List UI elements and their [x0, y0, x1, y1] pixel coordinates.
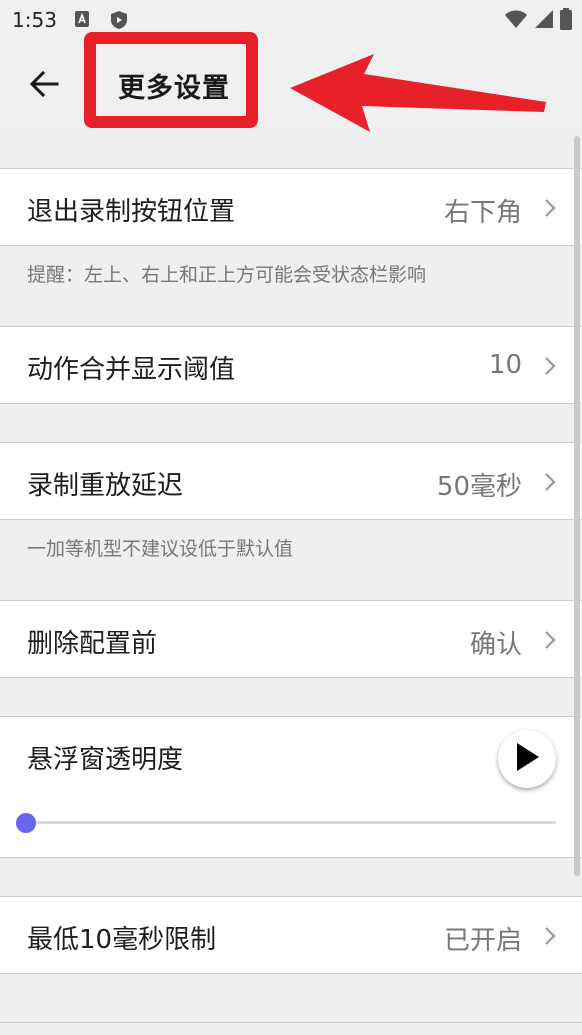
row-value: 10 — [488, 350, 522, 380]
chevron-right-icon — [544, 356, 556, 380]
action-merge-threshold-row[interactable]: 动作合并显示阈值 10 — [0, 326, 582, 404]
hint-text: 提醒：左上、右上和正上方可能会受状态栏影响 — [27, 264, 427, 286]
row-value: 50毫秒 — [436, 472, 522, 502]
min-10ms-limit-row[interactable]: 最低10毫秒限制 已开启 — [0, 896, 582, 974]
settings-list: 退出录制按钮位置 右下角 提醒：左上、右上和正上方可能会受状态栏影响 动作合并显… — [0, 130, 582, 974]
delete-config-row[interactable]: 删除配置前 确认 — [0, 600, 582, 678]
wifi-icon — [504, 9, 528, 33]
signal-icon — [534, 9, 554, 33]
play-icon — [514, 742, 540, 776]
float-opacity-row: 悬浮窗透明度 — [0, 716, 582, 858]
notification-a-icon — [74, 10, 90, 28]
chevron-right-icon — [544, 926, 556, 950]
divider — [0, 1022, 582, 1023]
settings-screen: 1:53 更多设置 退出录制按钮位置 右下角 提醒：左上、右上和正上方可能会受状… — [0, 0, 582, 1035]
exit-button-position-row[interactable]: 退出录制按钮位置 右下角 — [0, 168, 582, 246]
chevron-right-icon — [544, 630, 556, 654]
play-button[interactable] — [498, 730, 556, 788]
scrollbar[interactable] — [574, 136, 580, 876]
row-label: 退出录制按钮位置 — [27, 197, 236, 227]
row-label: 动作合并显示阈值 — [27, 355, 236, 385]
app-bar: 更多设置 — [0, 32, 582, 132]
opacity-slider-track[interactable] — [26, 821, 556, 824]
shield-icon — [110, 10, 127, 29]
red-arrow-annotation — [288, 48, 550, 138]
hint-text: 一加等机型不建议设低于默认值 — [27, 538, 294, 560]
arrow-left-icon — [29, 70, 59, 101]
chevron-right-icon — [544, 198, 556, 222]
chevron-right-icon — [544, 472, 556, 496]
row-label: 删除配置前 — [27, 629, 158, 659]
row-value: 确认 — [469, 630, 522, 660]
page-title: 更多设置 — [118, 73, 230, 104]
status-indicators — [504, 8, 572, 34]
row-label: 录制重放延迟 — [27, 471, 184, 501]
row-value: 已开启 — [443, 926, 522, 956]
row-label: 悬浮窗透明度 — [27, 745, 184, 775]
replay-delay-row[interactable]: 录制重放延迟 50毫秒 — [0, 442, 582, 520]
row-value: 右下角 — [443, 198, 522, 228]
back-button[interactable] — [22, 64, 66, 108]
opacity-slider-thumb[interactable] — [16, 813, 36, 833]
row-label: 最低10毫秒限制 — [27, 925, 217, 955]
status-time: 1:53 — [12, 8, 57, 32]
battery-icon — [560, 8, 572, 34]
